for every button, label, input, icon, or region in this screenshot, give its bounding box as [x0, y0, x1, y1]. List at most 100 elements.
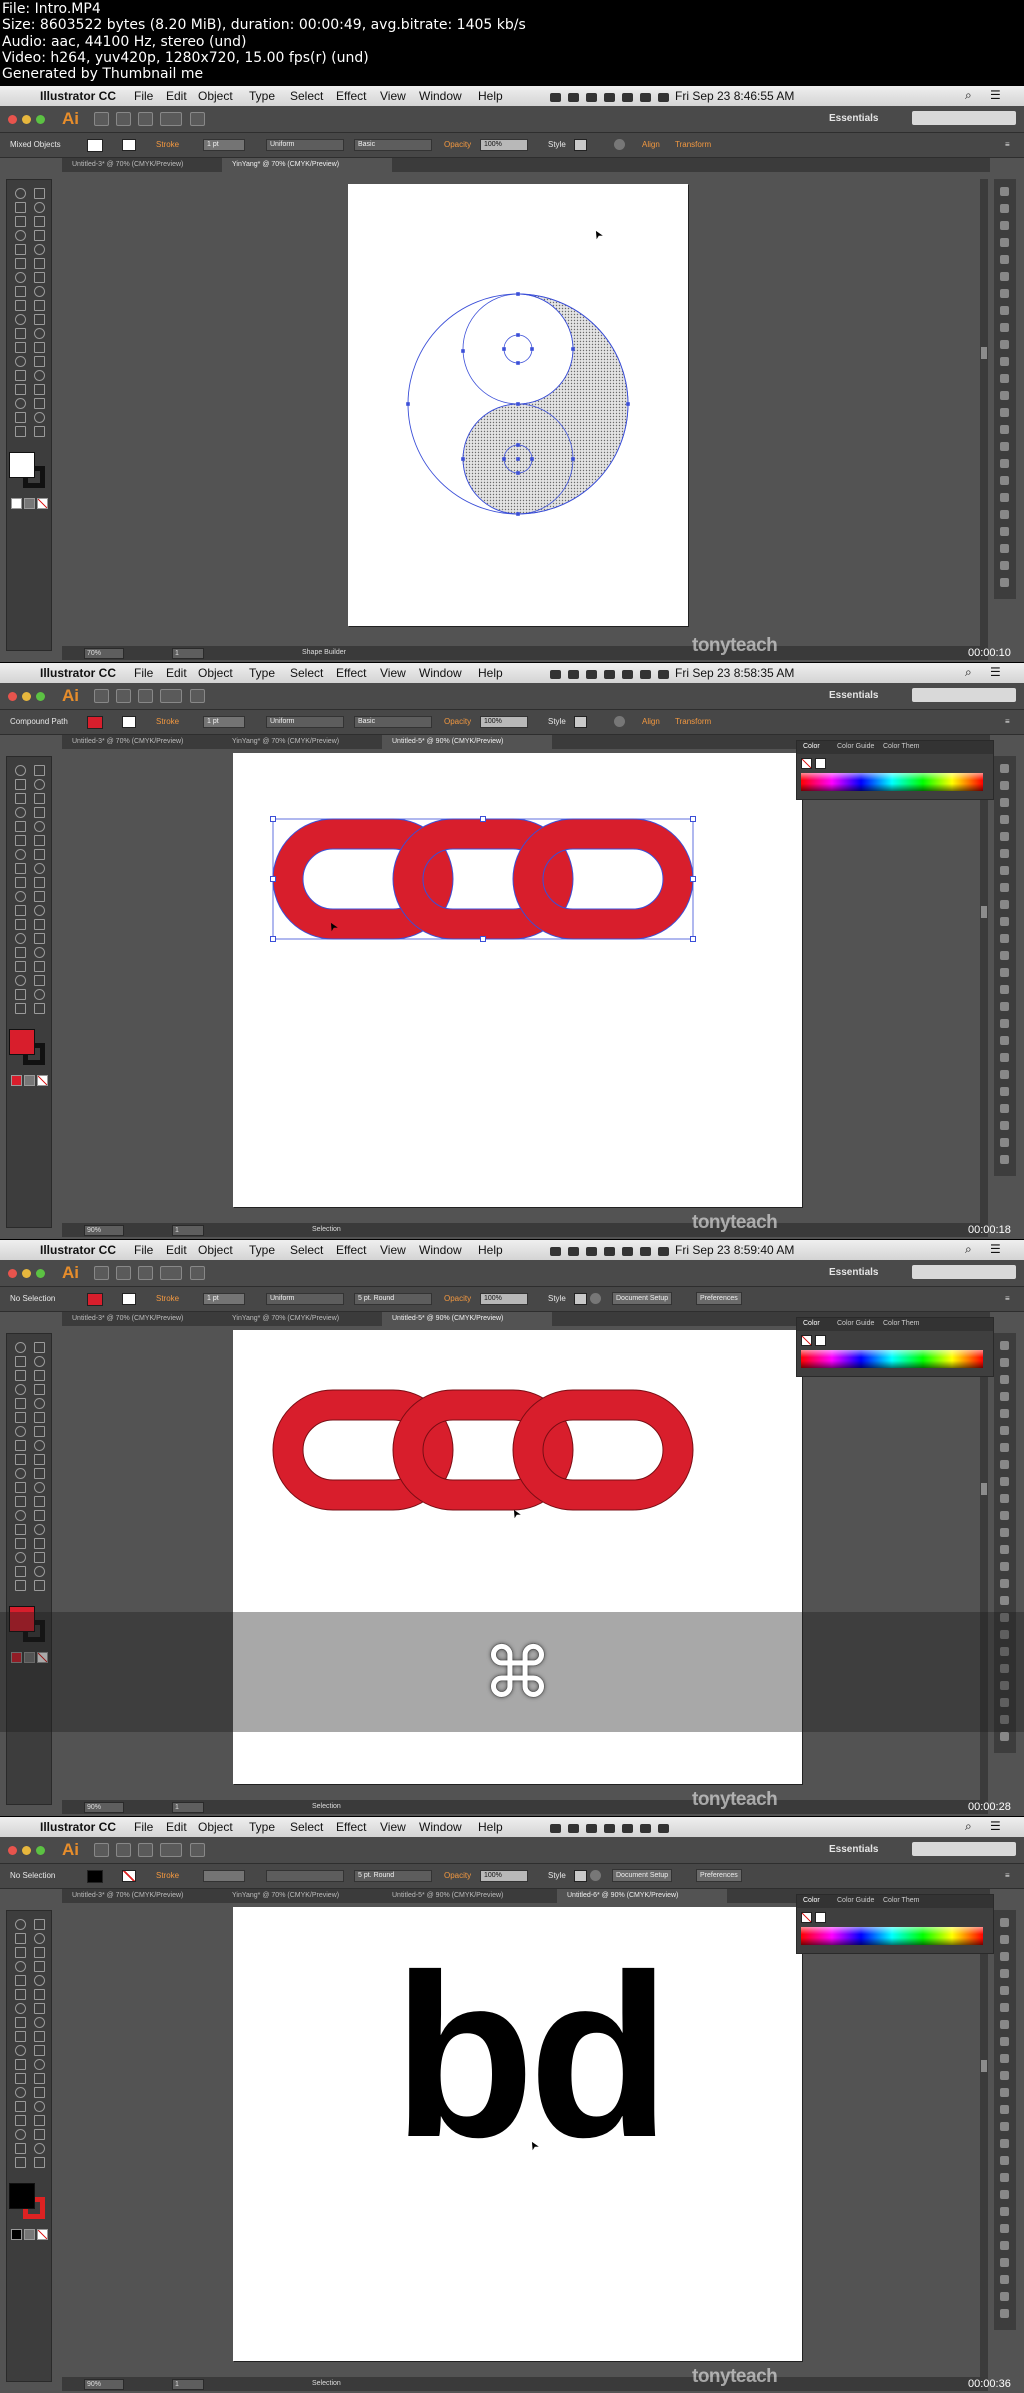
- tool-icon[interactable]: [15, 398, 26, 409]
- tool-icon[interactable]: [15, 258, 26, 269]
- document-tab[interactable]: Untitled-5* @ 90% (CMYK/Preview): [382, 735, 552, 749]
- fill-color-swatch[interactable]: [9, 2183, 35, 2209]
- dock-panel-icon[interactable]: [1000, 2207, 1009, 2216]
- dock-panel-icon[interactable]: [1000, 2258, 1009, 2267]
- stock-button[interactable]: [116, 689, 131, 703]
- tool-icon[interactable]: [34, 2101, 45, 2112]
- dock-panel-icon[interactable]: [1000, 917, 1009, 926]
- bridge-button[interactable]: [94, 689, 109, 703]
- fill-color-swatch[interactable]: [9, 452, 35, 478]
- tool-icon[interactable]: [15, 821, 26, 832]
- stroke-link[interactable]: Stroke: [156, 1294, 179, 1303]
- dock-panel-icon[interactable]: [1000, 1969, 1009, 1978]
- tool-icon[interactable]: [34, 258, 45, 269]
- tool-icon[interactable]: [34, 807, 45, 818]
- menu-effect[interactable]: Effect: [336, 89, 366, 103]
- tool-icon[interactable]: [34, 793, 45, 804]
- dock-panel-icon[interactable]: [1000, 866, 1009, 875]
- recolor-icon[interactable]: [590, 1870, 601, 1881]
- brush-definition[interactable]: Basic: [354, 139, 432, 151]
- tool-icon[interactable]: [15, 1003, 26, 1014]
- opacity-field[interactable]: 100%: [480, 139, 528, 151]
- dock-panel-icon[interactable]: [1000, 510, 1009, 519]
- window-close-button[interactable]: [8, 115, 17, 124]
- tool-icon[interactable]: [15, 1398, 26, 1409]
- tool-icon[interactable]: [15, 933, 26, 944]
- tool-icon[interactable]: [15, 216, 26, 227]
- notification-list-icon[interactable]: ☰: [990, 665, 1001, 679]
- stroke-swatch[interactable]: [122, 716, 136, 728]
- scroll-thumb[interactable]: [981, 906, 987, 918]
- panel-menu-icon[interactable]: ≡: [1005, 1294, 1010, 1303]
- none-swatch[interactable]: [801, 758, 812, 769]
- tool-icon[interactable]: [15, 356, 26, 367]
- search-input[interactable]: [912, 1842, 1016, 1856]
- tray-icon[interactable]: [568, 93, 579, 102]
- scroll-thumb[interactable]: [981, 2060, 987, 2072]
- dock-panel-icon[interactable]: [1000, 2190, 1009, 2199]
- sync-icon[interactable]: [190, 1843, 205, 1857]
- color-mode-icon[interactable]: [37, 2229, 48, 2240]
- vertical-scrollbar[interactable]: [980, 1910, 988, 2380]
- dock-panel-icon[interactable]: [1000, 272, 1009, 281]
- menu-view[interactable]: View: [380, 89, 406, 103]
- tool-icon[interactable]: [15, 370, 26, 381]
- dock-panel-icon[interactable]: [1000, 306, 1009, 315]
- window-minimize-button[interactable]: [22, 115, 31, 124]
- chain-artwork[interactable]: [259, 1380, 699, 1520]
- tray-icon[interactable]: [550, 1824, 561, 1833]
- opacity-link[interactable]: Opacity: [444, 140, 471, 149]
- tool-icon[interactable]: [15, 230, 26, 241]
- vertical-scrollbar[interactable]: [980, 756, 988, 1226]
- sync-icon[interactable]: [190, 1266, 205, 1280]
- tool-icon[interactable]: [15, 1440, 26, 1451]
- scroll-thumb[interactable]: [981, 1483, 987, 1495]
- window-zoom-button[interactable]: [36, 1846, 45, 1855]
- dock-panel-icon[interactable]: [1000, 357, 1009, 366]
- color-panel-tab[interactable]: Color: [803, 743, 820, 750]
- tool-icon[interactable]: [15, 286, 26, 297]
- dock-panel-icon[interactable]: [1000, 204, 1009, 213]
- menu-app-name[interactable]: Illustrator CC: [40, 1243, 116, 1257]
- dock-panel-icon[interactable]: [1000, 1070, 1009, 1079]
- tray-icon[interactable]: [658, 670, 669, 679]
- tool-icon[interactable]: [15, 1342, 26, 1353]
- dock-panel-icon[interactable]: [1000, 442, 1009, 451]
- dock-panel-icon[interactable]: [1000, 2292, 1009, 2301]
- menu-select[interactable]: Select: [290, 89, 323, 103]
- tool-icon[interactable]: [34, 202, 45, 213]
- color-panel-tab[interactable]: Color Guide: [837, 743, 874, 750]
- dock-panel-icon[interactable]: [1000, 2309, 1009, 2318]
- brush-definition[interactable]: 5 pt. Round: [354, 1870, 432, 1882]
- dock-panel-icon[interactable]: [1000, 1019, 1009, 1028]
- stroke-link[interactable]: Stroke: [156, 1871, 179, 1880]
- tool-icon[interactable]: [15, 1580, 26, 1591]
- artboard-number-field[interactable]: 1: [172, 648, 204, 659]
- sync-icon[interactable]: [190, 112, 205, 126]
- dock-panel-icon[interactable]: [1000, 2156, 1009, 2165]
- menu-clock[interactable]: Fri Sep 23 8:46:55 AM: [675, 89, 794, 103]
- menu-edit[interactable]: Edit: [166, 1820, 187, 1834]
- artboard[interactable]: bd: [233, 1907, 802, 2361]
- menu-type[interactable]: Type: [249, 89, 275, 103]
- tool-icon[interactable]: [34, 1384, 45, 1395]
- none-swatch[interactable]: [801, 1335, 812, 1346]
- tool-icon[interactable]: [34, 961, 45, 972]
- artboard-number-field[interactable]: 1: [172, 1802, 204, 1813]
- dock-panel-icon[interactable]: [1000, 527, 1009, 536]
- vertical-scrollbar[interactable]: [980, 179, 988, 649]
- document-tab[interactable]: Untitled-6* @ 90% (CMYK/Preview): [557, 1889, 727, 1903]
- tool-icon[interactable]: [15, 2031, 26, 2042]
- dock-panel-icon[interactable]: [1000, 493, 1009, 502]
- dock-panel-icon[interactable]: [1000, 1341, 1009, 1350]
- dock-panel-icon[interactable]: [1000, 459, 1009, 468]
- color-panel-tab[interactable]: Color Guide: [837, 1320, 874, 1327]
- stock-button[interactable]: [116, 1843, 131, 1857]
- color-mode-icon[interactable]: [24, 498, 35, 509]
- gpu-button[interactable]: [138, 1266, 153, 1280]
- tool-icon[interactable]: [34, 370, 45, 381]
- tool-icon[interactable]: [34, 877, 45, 888]
- window-zoom-button[interactable]: [36, 692, 45, 701]
- tool-icon[interactable]: [34, 1398, 45, 1409]
- tool-icon[interactable]: [34, 426, 45, 437]
